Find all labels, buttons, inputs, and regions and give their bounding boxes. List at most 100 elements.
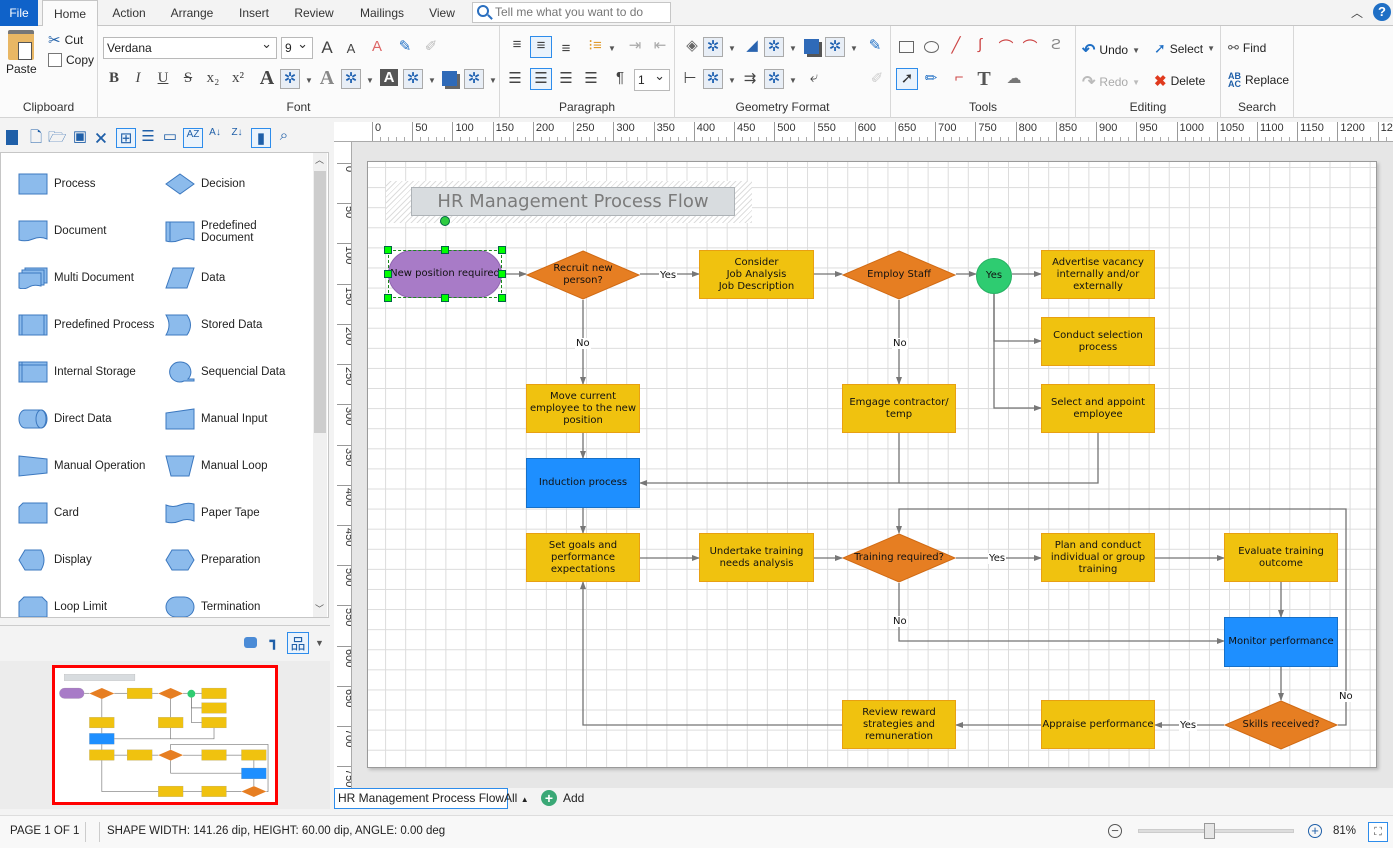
shape-item-decision[interactable]: Decision — [165, 173, 245, 195]
chevron-down-icon[interactable]: ▼ — [305, 76, 313, 85]
shape-item-sequential-data[interactable]: Sequencial Data — [165, 361, 285, 383]
tab-file[interactable]: File — [0, 0, 38, 26]
overview-viewport[interactable] — [52, 665, 278, 805]
sort-default-icon[interactable]: AZ — [183, 128, 203, 148]
panel-menu-icon[interactable]: ▼ — [315, 638, 324, 648]
zoom-slider[interactable] — [1138, 823, 1294, 839]
font-color-icon[interactable]: A — [258, 67, 276, 90]
zoom-out-icon[interactable]: − — [1108, 824, 1122, 838]
page-tab-current[interactable]: HR Management Process Flow — [334, 788, 509, 809]
node-training-required[interactable]: Training required? — [850, 546, 948, 570]
pencil-tool-icon[interactable]: ✏ — [922, 69, 940, 87]
resize-handle[interactable] — [384, 270, 392, 278]
stencil-icon[interactable] — [6, 130, 18, 145]
chevron-down-icon[interactable]: ▼ — [850, 44, 858, 53]
node-appraise[interactable]: Appraise performance — [1041, 700, 1155, 749]
shape-item-predefined-process[interactable]: Predefined Process — [18, 314, 154, 336]
superscript-button[interactable]: x² — [229, 70, 247, 87]
increase-indent-icon[interactable]: ⇥ — [626, 36, 644, 54]
redo-button[interactable]: ↷ Redo ▼ — [1082, 72, 1140, 92]
select-button[interactable]: ➚ Select ▼ — [1154, 40, 1215, 57]
cut-button[interactable]: ✂ Cut — [48, 31, 83, 49]
shadow-settings-icon[interactable]: ✲ — [464, 69, 484, 89]
line-brush-icon[interactable]: ◢ — [743, 36, 761, 54]
shape-item-preparation[interactable]: Preparation — [165, 549, 260, 571]
resize-handle[interactable] — [498, 246, 506, 254]
copy-button[interactable]: Copy — [48, 53, 94, 67]
help-icon[interactable]: ? — [1373, 3, 1391, 21]
fit-page-icon[interactable]: ⛶ — [1368, 822, 1388, 842]
line-settings-icon[interactable]: ✲ — [764, 37, 784, 57]
node-consider[interactable]: Consider Job Analysis Job Description — [699, 250, 814, 299]
connector-tool-icon[interactable]: ∫ — [971, 36, 989, 53]
node-induction[interactable]: Induction process — [526, 458, 640, 508]
edge-contractor-induction[interactable] — [639, 433, 900, 486]
tab-view[interactable]: View — [424, 0, 460, 26]
tab-review[interactable]: Review — [290, 0, 338, 26]
node-employ[interactable]: Employ Staff — [858, 262, 940, 288]
node-skills[interactable]: Skills received? — [1234, 713, 1328, 737]
font-family-select[interactable]: Verdana — [103, 34, 277, 59]
shape-item-paper-tape[interactable]: Paper Tape — [165, 502, 260, 524]
edge-yes-selection[interactable] — [993, 294, 1042, 344]
shapes-scrollbar[interactable]: ︿ ﹀ — [313, 153, 327, 617]
search-shapes-icon[interactable]: ⌕ — [275, 127, 293, 144]
org-chart-icon[interactable]: 品 — [287, 632, 309, 654]
node-evaluate[interactable]: Evaluate training outcome — [1224, 533, 1338, 582]
bold-button[interactable]: B — [105, 70, 123, 87]
shape-item-direct-data[interactable]: Direct Data — [18, 408, 112, 430]
icons-and-names-view-icon[interactable]: ⊞ — [116, 128, 136, 148]
all-pages-button[interactable]: All ▲ — [504, 791, 529, 805]
format-painter-icon[interactable]: ✐ — [422, 37, 440, 55]
shape-item-manual-operation[interactable]: Manual Operation — [18, 455, 145, 477]
add-page-icon[interactable]: + — [541, 790, 557, 806]
node-plan[interactable]: Plan and conduct individual or group tra… — [1041, 533, 1155, 582]
shape-item-manual-input[interactable]: Manual Input — [165, 408, 268, 430]
text-outline-settings-icon[interactable]: ✲ — [341, 69, 361, 89]
tab-home[interactable]: Home — [42, 0, 98, 27]
shape-item-document[interactable]: Document — [18, 220, 106, 242]
chevron-down-icon[interactable]: ▼ — [489, 76, 497, 85]
find-button[interactable]: ⚯ Find — [1228, 40, 1266, 56]
node-monitor[interactable]: Monitor performance — [1224, 617, 1338, 667]
edge-appoint-induction[interactable] — [899, 433, 1099, 484]
node-goals[interactable]: Set goals and performance expectations — [526, 533, 640, 582]
pointer-tool-icon[interactable]: ➚ — [896, 68, 918, 90]
shadow-icon[interactable] — [442, 71, 457, 86]
shape-item-termination[interactable]: Termination — [165, 596, 260, 617]
node-contractor[interactable]: Emgage contractor/ temp — [842, 384, 956, 433]
node-review[interactable]: Review reward strategies and remuneratio… — [842, 700, 956, 749]
zoom-slider-thumb[interactable] — [1204, 823, 1216, 839]
text-highlight-icon[interactable]: A — [380, 69, 398, 86]
resize-handle[interactable] — [384, 246, 392, 254]
eyedropper-icon[interactable]: ✎ — [866, 36, 884, 54]
shape-item-multi-document[interactable]: Multi Document — [18, 267, 134, 289]
grow-font-icon[interactable]: A — [318, 38, 336, 58]
paragraph-mark-icon[interactable]: ¶ — [611, 69, 629, 86]
shape-item-manual-loop[interactable]: Manual Loop — [165, 455, 268, 477]
shape-shadow-icon[interactable] — [804, 39, 819, 54]
align-top-icon[interactable]: ≡ — [508, 36, 526, 53]
chevron-down-icon[interactable]: ▼ — [728, 44, 736, 53]
add-page-button[interactable]: Add — [563, 791, 584, 805]
line-end-settings-icon[interactable]: ✲ — [764, 69, 784, 89]
shape-item-data[interactable]: Data — [165, 267, 225, 289]
stencil-book-icon[interactable]: ▮ — [251, 128, 271, 148]
shape-item-stored-data[interactable]: Stored Data — [165, 314, 262, 336]
shape-item-display[interactable]: Display — [18, 549, 92, 571]
collapse-ribbon-icon[interactable]: ︿ — [1351, 4, 1363, 21]
shape-item-process[interactable]: Process — [18, 173, 96, 195]
chevron-down-icon[interactable]: ▼ — [789, 44, 797, 53]
font-size-select[interactable]: 9 — [281, 34, 313, 59]
align-bottom-icon[interactable]: ≡ — [557, 40, 575, 57]
resize-handle[interactable] — [498, 294, 506, 302]
chevron-down-icon[interactable]: ▼ — [608, 44, 616, 53]
rectangle-tool-icon[interactable] — [899, 41, 914, 53]
resize-handle[interactable] — [384, 294, 392, 302]
replace-button[interactable]: AB AC Replace — [1228, 72, 1289, 89]
resize-handle[interactable] — [498, 270, 506, 278]
shape-item-predefined-document[interactable]: Predefined Document — [165, 220, 311, 244]
align-middle-icon[interactable]: ≡ — [530, 36, 552, 58]
format-painter-icon[interactable]: ✐ — [868, 69, 886, 87]
scrollbar-thumb[interactable] — [314, 171, 326, 433]
